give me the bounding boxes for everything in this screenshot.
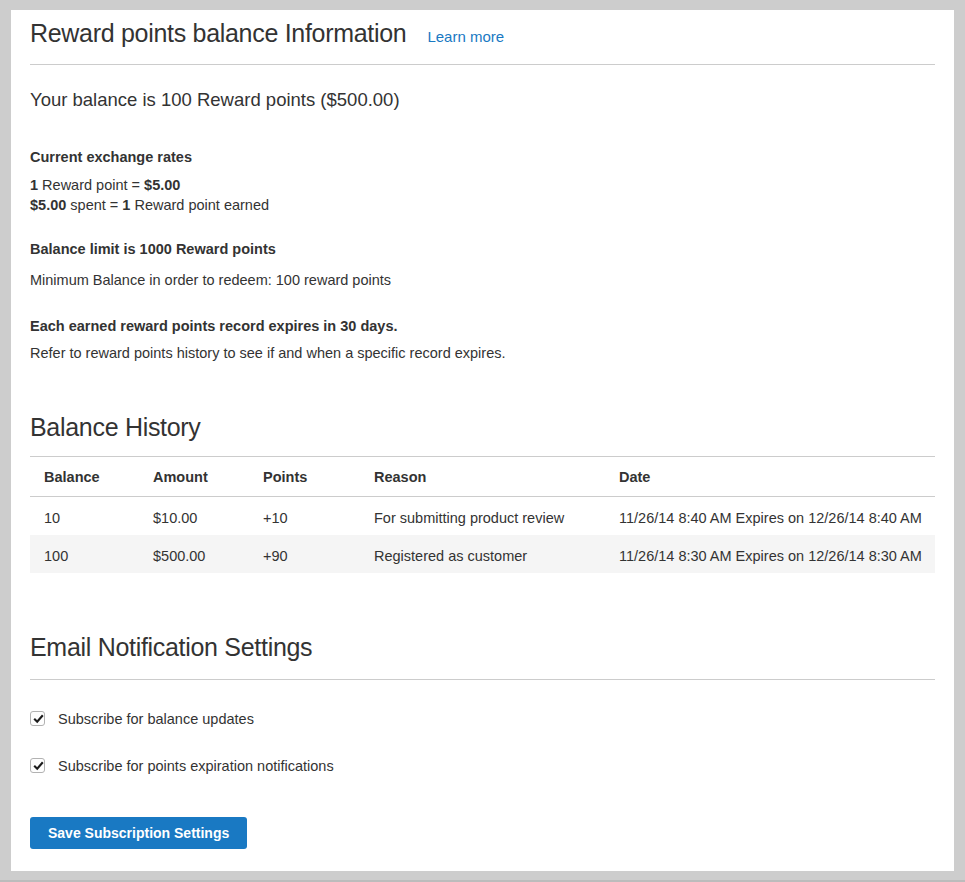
balance-history-heading: Balance History <box>30 412 935 457</box>
block-title: Reward points balance Information Learn … <box>30 18 935 65</box>
cell-amount: $10.00 <box>139 496 249 535</box>
column-header-date: Date <box>605 457 935 497</box>
learn-more-link[interactable]: Learn more <box>427 28 504 45</box>
cell-date: 11/26/14 8:40 AM Expires on 12/26/14 8:4… <box>605 496 935 535</box>
reward-points-card: Reward points balance Information Learn … <box>11 10 954 871</box>
expiration-notifications-checkbox[interactable] <box>30 758 45 773</box>
balance-history-table: Balance Amount Points Reason Date 10 $10… <box>30 457 935 573</box>
expiry-rule-text: Each earned reward points record expires… <box>30 316 935 336</box>
column-header-points: Points <box>249 457 360 497</box>
cell-balance: 100 <box>30 535 139 573</box>
email-settings-heading: Email Notification Settings <box>30 632 935 680</box>
subscribe-balance-updates-row: Subscribe for balance updates <box>30 709 935 729</box>
table-row: 10 $10.00 +10 For submitting product rev… <box>30 496 935 535</box>
cell-points: +90 <box>249 535 360 573</box>
cell-reason: For submitting product review <box>360 496 605 535</box>
expiry-note-text: Refer to reward points history to see if… <box>30 343 935 363</box>
balance-updates-label[interactable]: Subscribe for balance updates <box>58 709 254 729</box>
cell-date: 11/26/14 8:30 AM Expires on 12/26/14 8:3… <box>605 535 935 573</box>
cell-amount: $500.00 <box>139 535 249 573</box>
column-header-amount: Amount <box>139 457 249 497</box>
balance-updates-checkbox[interactable] <box>30 711 45 726</box>
checkmark-icon <box>32 759 45 772</box>
balance-summary: Your balance is 100 Reward points ($500.… <box>30 88 935 112</box>
exchange-rate-line-2: $5.00 spent = 1 Reward point earned <box>30 197 269 213</box>
subscribe-expiration-row: Subscribe for points expiration notifica… <box>30 756 935 776</box>
save-subscription-settings-button[interactable]: Save Subscription Settings <box>30 817 247 849</box>
exchange-rate-line-1: 1 Reward point = $5.00 <box>30 177 180 193</box>
cell-reason: Registered as customer <box>360 535 605 573</box>
checkmark-icon <box>32 712 45 725</box>
balance-limit-text: Balance limit is 1000 Reward points <box>30 239 935 259</box>
exchange-rates-lines: 1 Reward point = $5.00 $5.00 spent = 1 R… <box>30 175 935 215</box>
exchange-rates-heading: Current exchange rates <box>30 147 935 167</box>
column-header-balance: Balance <box>30 457 139 497</box>
expiration-notifications-label[interactable]: Subscribe for points expiration notifica… <box>58 756 334 776</box>
page-title: Reward points balance Information <box>30 18 406 49</box>
column-header-reason: Reason <box>360 457 605 497</box>
table-header-row: Balance Amount Points Reason Date <box>30 457 935 497</box>
cell-balance: 10 <box>30 496 139 535</box>
table-row: 100 $500.00 +90 Registered as customer 1… <box>30 535 935 573</box>
cell-points: +10 <box>249 496 360 535</box>
minimum-balance-text: Minimum Balance in order to redeem: 100 … <box>30 270 935 290</box>
